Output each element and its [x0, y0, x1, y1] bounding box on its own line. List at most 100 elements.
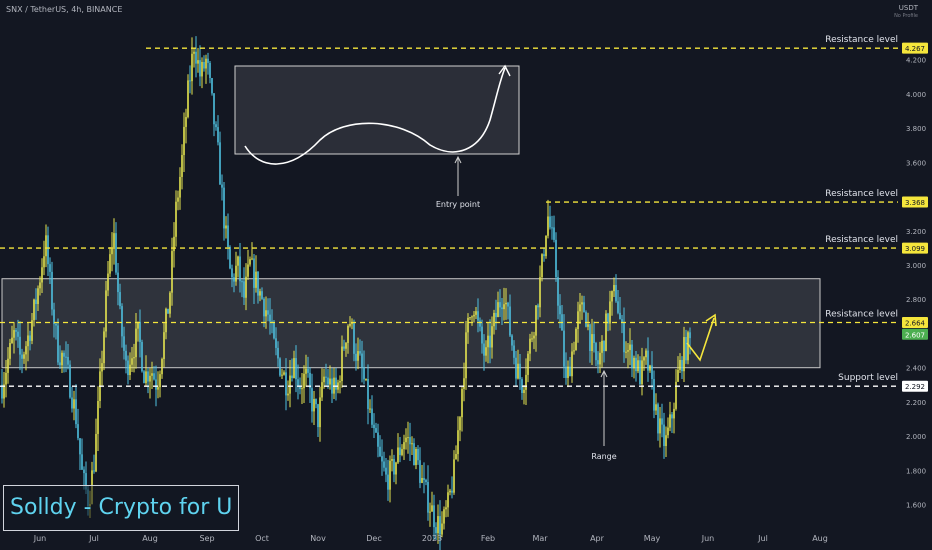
candle-body	[321, 382, 323, 398]
candle-body	[81, 454, 83, 470]
candle-body	[141, 342, 143, 372]
candle-body	[503, 304, 505, 310]
candle-body	[545, 235, 547, 257]
candle-body	[211, 77, 213, 94]
candle-body	[71, 397, 73, 409]
chart-area[interactable]: Resistance level Resistance level Resistan…	[0, 0, 932, 550]
candle-body	[423, 477, 425, 481]
watermark-logo: Solldy - Crypto for U	[3, 485, 240, 531]
candle-body	[203, 61, 205, 69]
candle-body	[535, 305, 537, 336]
candle-body	[131, 358, 133, 365]
y-tick-label: 3.200	[906, 228, 926, 236]
candle-body	[133, 357, 135, 359]
candle-body	[9, 343, 11, 359]
price-chart[interactable]: Resistance level Resistance level Resistan…	[0, 0, 932, 550]
candle-body	[317, 404, 319, 428]
candle-body	[463, 378, 465, 389]
candle-body	[51, 271, 53, 310]
candle-body	[171, 251, 173, 293]
y-tick-label: 4.000	[906, 91, 926, 99]
candle-body	[563, 330, 565, 367]
candle-body	[29, 335, 31, 341]
candle-body	[653, 379, 655, 411]
candle-body	[663, 424, 665, 447]
candle-body	[301, 388, 303, 390]
candle-body	[195, 51, 197, 64]
candle-body	[507, 302, 509, 307]
candle-body	[459, 417, 461, 431]
candle-body	[491, 326, 493, 348]
candle-body	[249, 259, 251, 265]
candle-body	[205, 58, 207, 69]
candle-body	[83, 469, 85, 474]
candle-body	[643, 357, 645, 361]
candle-body	[405, 437, 407, 443]
candle-body	[679, 359, 681, 370]
candle-body	[659, 418, 661, 434]
candle-body	[93, 470, 95, 472]
candle-body	[159, 374, 161, 388]
candle-body	[75, 399, 77, 425]
symbol-label[interactable]: SNX / TetherUS, 4h, BINANCE	[6, 5, 122, 14]
candle-body	[325, 376, 327, 378]
candle-body	[581, 302, 583, 305]
candle-body	[603, 340, 605, 352]
range-zone-box	[1, 278, 821, 369]
currency-label[interactable]: USDT	[899, 4, 918, 12]
candle-body	[335, 377, 337, 390]
candle-body	[77, 424, 79, 439]
candle-body	[683, 337, 685, 372]
candle-body	[285, 372, 287, 396]
candle-body	[1, 384, 3, 399]
candle-body	[361, 353, 363, 368]
candle-body	[661, 418, 663, 425]
candle-body	[631, 344, 633, 369]
candle-body	[619, 312, 621, 320]
candle-body	[453, 459, 455, 493]
candle-body	[419, 460, 421, 483]
resistance-level-label: Resistance level	[825, 189, 898, 199]
candle-body	[399, 447, 401, 455]
candle-body	[155, 379, 157, 390]
candle-body	[593, 334, 595, 343]
candle-body	[13, 330, 15, 338]
candle-body	[371, 408, 373, 425]
candle-body	[421, 477, 423, 483]
candle-body	[329, 378, 331, 385]
candle-body	[667, 427, 669, 436]
candle-body	[373, 424, 375, 429]
candle-body	[547, 216, 549, 236]
candle-body	[625, 351, 627, 353]
candle-body	[517, 363, 519, 379]
candle-body	[315, 399, 317, 405]
candle-body	[591, 334, 593, 351]
candle-body	[199, 60, 201, 77]
candle-body	[531, 338, 533, 340]
candle-body	[255, 271, 257, 288]
candle-body	[397, 447, 399, 463]
candle-body	[307, 368, 309, 373]
candle-body	[291, 375, 293, 378]
candle-body	[33, 299, 35, 321]
x-tick-label: 2023	[422, 534, 442, 543]
candle-body	[411, 443, 413, 445]
candle-body	[219, 142, 221, 185]
x-tick-label: Sep	[199, 534, 214, 543]
candle-body	[73, 399, 75, 409]
candle-body	[475, 311, 477, 315]
candle-body	[515, 357, 517, 379]
candle-body	[209, 62, 211, 78]
candle-body	[231, 268, 233, 278]
candle-body	[447, 492, 449, 508]
x-tick-label: Oct	[255, 534, 269, 543]
candle-body	[513, 345, 515, 358]
candle-body	[597, 360, 599, 365]
candle-body	[651, 365, 653, 380]
candle-body	[45, 235, 47, 257]
candle-body	[267, 310, 269, 315]
candle-body	[95, 433, 97, 472]
candle-body	[305, 368, 307, 374]
y-tick-label: 1.600	[906, 502, 926, 510]
candle-body	[677, 369, 679, 382]
